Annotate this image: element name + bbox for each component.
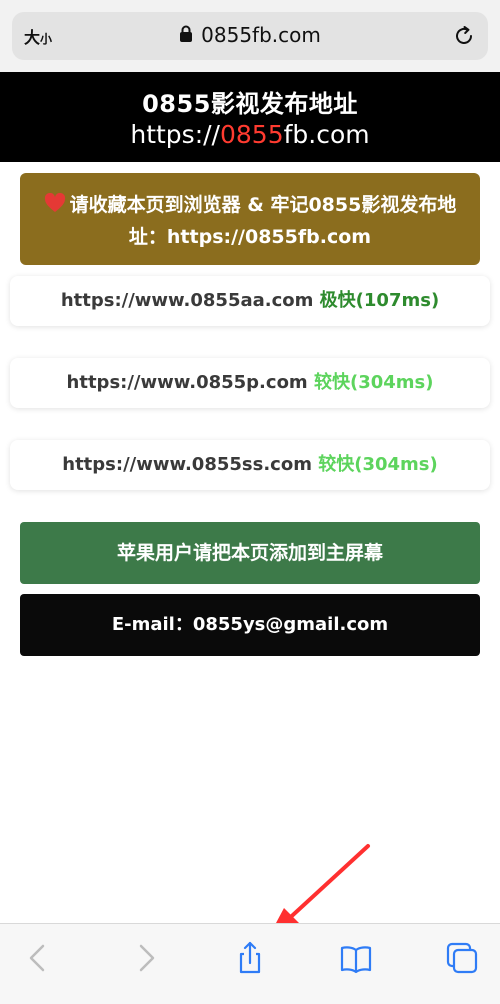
heart-icon (44, 191, 66, 212)
forward-icon[interactable] (128, 940, 164, 976)
add-to-home-screen-button[interactable]: 苹果用户请把本页添加到主屏幕 (20, 522, 480, 584)
link-card-1[interactable]: https://www.0855aa.com 极快(107ms) (10, 276, 490, 326)
bookmark-notice: 请收藏本页到浏览器 & 牢记0855影视发布地址：https://0855fb.… (20, 173, 480, 265)
address-bar[interactable]: 大小 0855fb.com (12, 12, 488, 60)
bookmark-text: 请收藏本页到浏览器 & 牢记0855影视发布地址：https://0855fb.… (69, 194, 457, 248)
link-speed: 较快(304ms) (313, 372, 434, 393)
bottom-toolbar (0, 923, 500, 1004)
email-button[interactable]: E-mail：0855ys@gmail.com (20, 594, 480, 656)
tabs-icon[interactable] (444, 940, 480, 976)
site-url-suffix: fb.com (283, 120, 370, 149)
link-card-2[interactable]: https://www.0855p.com 较快(304ms) (10, 358, 490, 408)
site-url-prefix: https:// (130, 120, 220, 149)
browser-address-area: 大小 0855fb.com (0, 0, 500, 72)
url-text: 0855fb.com (201, 23, 321, 47)
link-card-3[interactable]: https://www.0855ss.com 较快(304ms) (10, 440, 490, 490)
page-title: 0855影视发布地址 (142, 90, 358, 118)
back-icon[interactable] (20, 940, 56, 976)
link-speed: 较快(304ms) (318, 454, 438, 475)
url-display[interactable]: 0855fb.com (12, 23, 488, 48)
link-speed: 极快(107ms) (319, 290, 440, 311)
site-header: 0855影视发布地址 https://0855fb.com (0, 72, 500, 162)
bookmarks-icon[interactable] (338, 940, 374, 976)
site-url: https://0855fb.com (0, 120, 500, 149)
lock-icon (179, 24, 193, 48)
link-url: https://www.0855aa.com (60, 290, 314, 311)
site-url-highlight: 0855 (219, 120, 284, 149)
link-url: https://www.0855p.com (66, 372, 308, 393)
link-url: https://www.0855ss.com (62, 454, 312, 475)
share-icon[interactable] (232, 940, 268, 976)
reload-icon[interactable] (452, 24, 476, 48)
